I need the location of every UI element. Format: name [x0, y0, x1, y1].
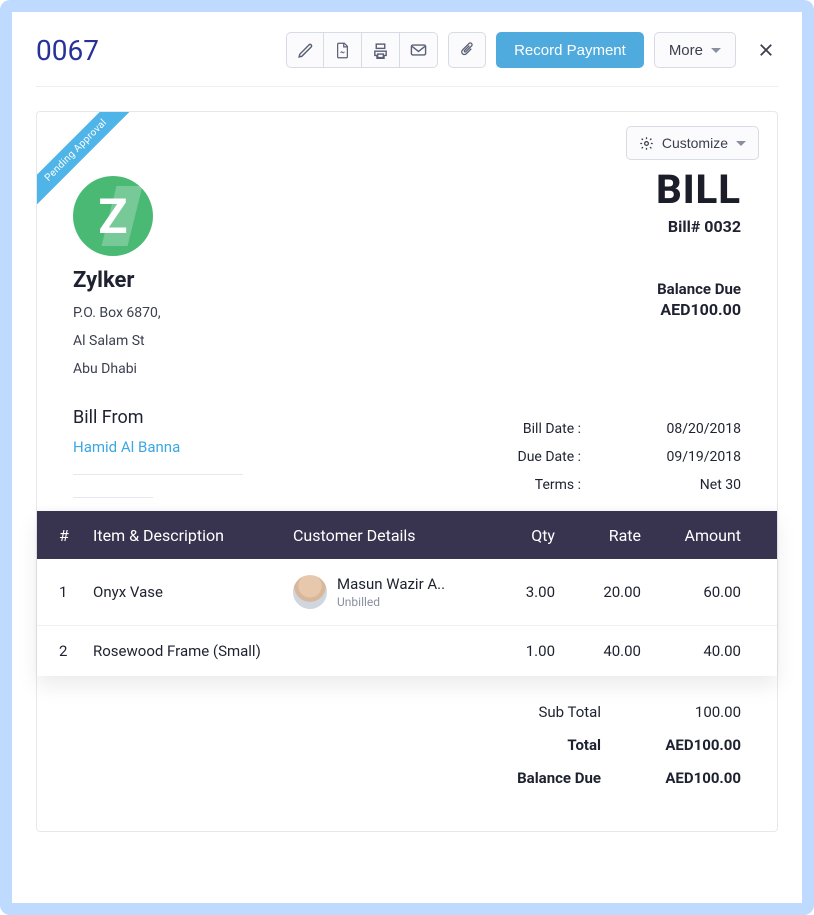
address-line: P.O. Box 6870,	[73, 299, 656, 327]
col-customer: Customer Details	[293, 526, 489, 545]
company-address: P.O. Box 6870, Al Salam St Abu Dhabi	[73, 299, 656, 383]
printer-icon	[372, 42, 389, 59]
address-line: Abu Dhabi	[73, 355, 656, 383]
edit-button[interactable]	[286, 32, 324, 68]
table-row: 1 Onyx Vase Masun Wazir A.. Unbilled 3.0…	[37, 559, 777, 626]
table-header: # Item & Description Customer Details Qt…	[37, 511, 777, 559]
divider	[73, 497, 153, 498]
close-button[interactable]	[754, 38, 778, 62]
pdf-button[interactable]	[324, 32, 362, 68]
mail-icon	[410, 43, 427, 57]
balance-due-label: Balance Due	[517, 762, 601, 795]
col-amount: Amount	[641, 526, 741, 545]
customize-label: Customize	[662, 135, 728, 151]
cell-index: 2	[59, 642, 93, 660]
email-button[interactable]	[400, 32, 438, 68]
print-button[interactable]	[362, 32, 400, 68]
cell-amount: 60.00	[641, 583, 741, 601]
col-rate: Rate	[555, 526, 641, 545]
paperclip-icon	[460, 41, 475, 59]
divider	[73, 474, 243, 475]
chevron-down-icon	[736, 141, 746, 146]
total-label: Total	[567, 729, 601, 762]
action-button-group	[286, 32, 438, 68]
cell-customer: Masun Wazir A.. Unbilled	[293, 575, 489, 609]
logo-letter: Z	[98, 188, 127, 245]
bill-meta: Bill Date : 08/20/2018 Due Date : 09/19/…	[491, 407, 741, 499]
cell-qty: 3.00	[489, 583, 555, 601]
col-item: Item & Description	[93, 526, 293, 545]
customer-status: Unbilled	[337, 595, 445, 609]
company-name: Zylker	[73, 268, 656, 293]
cell-item: Rosewood Frame (Small)	[93, 642, 293, 660]
line-items-table: # Item & Description Customer Details Qt…	[37, 511, 777, 676]
due-date-value: 09/19/2018	[641, 443, 741, 471]
bill-document: Pending Approval Customize Z Zylker P.O.…	[36, 111, 778, 832]
terms-label: Terms :	[491, 471, 581, 499]
balance-due-label: Balance Due	[656, 280, 741, 298]
due-date-label: Due Date :	[491, 443, 581, 471]
close-icon	[757, 41, 775, 59]
cell-rate: 20.00	[555, 583, 641, 601]
bill-number: Bill# 0032	[656, 217, 741, 236]
top-bar: 0067	[36, 32, 778, 87]
chevron-down-icon	[711, 48, 721, 53]
company-block: Z Zylker P.O. Box 6870, Al Salam St Abu …	[73, 148, 656, 383]
company-logo: Z	[73, 176, 153, 256]
terms-value: Net 30	[641, 471, 741, 499]
page-title: 0067	[36, 34, 99, 67]
bill-heading: BILL Bill# 0032 Balance Due AED100.00	[656, 148, 741, 383]
col-qty: Qty	[489, 526, 555, 545]
col-index: #	[59, 526, 93, 545]
customer-name: Masun Wazir A..	[337, 575, 445, 593]
app-frame: 0067	[0, 0, 814, 915]
more-label: More	[669, 42, 703, 59]
vendor-link[interactable]: Hamid Al Banna	[73, 438, 180, 456]
attach-button[interactable]	[448, 32, 486, 68]
address-line: Al Salam St	[73, 327, 656, 355]
avatar	[293, 575, 327, 609]
customize-button[interactable]: Customize	[626, 126, 759, 160]
cell-amount: 40.00	[641, 642, 741, 660]
balance-due-value: AED100.00	[631, 762, 741, 795]
bill-date-label: Bill Date :	[491, 415, 581, 443]
cell-item: Onyx Vase	[93, 583, 293, 601]
bill-from-label: Bill From	[73, 407, 491, 428]
bill-date-value: 08/20/2018	[641, 415, 741, 443]
gear-icon	[639, 136, 654, 151]
bill-from-block: Bill From Hamid Al Banna	[73, 407, 491, 499]
pdf-icon	[335, 42, 350, 59]
table-row: 2 Rosewood Frame (Small) 1.00 40.00 40.0…	[37, 626, 777, 676]
cell-rate: 40.00	[555, 642, 641, 660]
bill-title: BILL	[656, 166, 741, 213]
pencil-icon	[297, 42, 314, 59]
balance-due-value: AED100.00	[656, 300, 741, 319]
totals-block: Sub Total 100.00 Total AED100.00 Balance…	[37, 676, 777, 795]
more-button[interactable]: More	[654, 32, 736, 68]
record-payment-button[interactable]: Record Payment	[496, 32, 644, 68]
cell-qty: 1.00	[489, 642, 555, 660]
total-value: AED100.00	[631, 729, 741, 762]
subtotal-label: Sub Total	[538, 696, 601, 729]
cell-index: 1	[59, 583, 93, 601]
subtotal-value: 100.00	[631, 696, 741, 729]
